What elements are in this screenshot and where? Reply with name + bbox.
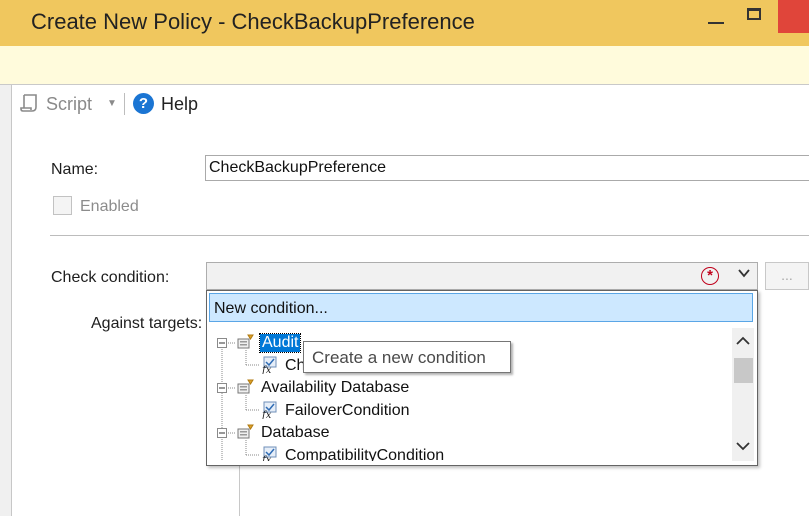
maximize-icon[interactable] bbox=[738, 0, 772, 33]
new-condition-item[interactable]: New condition... bbox=[209, 293, 753, 322]
category-icon bbox=[237, 379, 254, 394]
script-icon[interactable] bbox=[20, 93, 39, 113]
condition-icon: fx bbox=[261, 401, 277, 419]
window-title: Create New Policy - CheckBackupPreferenc… bbox=[31, 9, 475, 34]
svg-text:fx: fx bbox=[261, 365, 272, 374]
tree-category-audit[interactable]: Audit bbox=[258, 333, 302, 353]
name-label: Name: bbox=[51, 161, 99, 178]
check-condition-label: Check condition: bbox=[51, 269, 170, 286]
tree-condition-item[interactable]: CompatibilityCondition bbox=[285, 447, 444, 461]
section-divider bbox=[50, 235, 809, 236]
help-icon[interactable]: ? bbox=[133, 93, 154, 114]
condition-icon: fx bbox=[261, 446, 277, 461]
check-condition-combobox[interactable] bbox=[206, 262, 758, 290]
scroll-down-icon[interactable] bbox=[735, 441, 751, 451]
help-button[interactable]: Help bbox=[161, 94, 198, 115]
against-targets-label: Against targets: bbox=[91, 315, 203, 332]
title-bar: Create New Policy - CheckBackupPreferenc… bbox=[0, 0, 809, 46]
category-icon bbox=[237, 334, 254, 349]
category-icon bbox=[237, 424, 254, 439]
minimize-icon[interactable] bbox=[700, 0, 734, 33]
scrollbar-thumb[interactable] bbox=[734, 358, 753, 383]
tree-category-database[interactable]: Database bbox=[261, 424, 330, 442]
scroll-up-icon[interactable] bbox=[735, 336, 751, 346]
condition-dropdown: New condition... fx fx fx Audit Ch Avail… bbox=[206, 290, 758, 466]
chevron-down-icon[interactable] bbox=[737, 266, 751, 280]
left-panel-edge bbox=[0, 85, 12, 516]
script-button[interactable]: Script bbox=[46, 94, 92, 115]
collapse-icon[interactable] bbox=[217, 383, 227, 393]
close-icon[interactable] bbox=[778, 0, 809, 33]
enabled-checkbox[interactable] bbox=[53, 196, 72, 215]
name-input[interactable] bbox=[205, 155, 809, 181]
targets-panel-border bbox=[239, 460, 240, 516]
collapse-icon[interactable] bbox=[217, 338, 227, 348]
dropdown-scrollbar[interactable] bbox=[732, 328, 754, 461]
toolbar-separator bbox=[124, 93, 125, 115]
enabled-label: Enabled bbox=[80, 198, 139, 215]
tree-category-availability-database[interactable]: Availability Database bbox=[261, 379, 409, 397]
svg-text:fx: fx bbox=[261, 455, 272, 461]
browse-condition-button[interactable]: ... bbox=[765, 262, 809, 290]
info-bar bbox=[0, 46, 809, 85]
collapse-icon[interactable] bbox=[217, 428, 227, 438]
condition-icon: fx bbox=[261, 356, 277, 374]
tree-condition-item[interactable]: FailoverCondition bbox=[285, 402, 410, 420]
svg-text:fx: fx bbox=[261, 410, 272, 419]
toolbar: Script ▼ ? Help bbox=[12, 85, 809, 125]
script-dropdown-icon[interactable]: ▼ bbox=[107, 98, 117, 109]
error-icon: * bbox=[701, 267, 719, 285]
tooltip: Create a new condition bbox=[303, 341, 511, 373]
